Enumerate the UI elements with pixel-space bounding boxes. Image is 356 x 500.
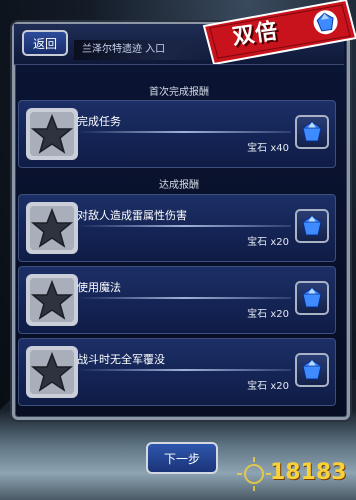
reward-amount: 宝石 x40 (247, 143, 289, 154)
achievement-heading: 达成报酬 (159, 180, 199, 191)
star-icon (26, 274, 78, 326)
star-icon (26, 202, 78, 254)
blue-gem-icon (302, 215, 322, 236)
gem-reward-button[interactable] (295, 115, 329, 149)
divider (77, 369, 291, 371)
divider (77, 131, 291, 133)
first-clear-heading: 首次完成报酬 (149, 87, 209, 98)
watermark-text: 18183 (270, 460, 347, 485)
reward-row: 对敌人造成雷属性伤害 宝石 x20 (18, 194, 336, 262)
reward-amount: 宝石 x20 (247, 237, 289, 248)
next-step-button[interactable]: 下一步 (146, 442, 218, 474)
reward-row: 完成任务 宝石 x40 (18, 100, 336, 168)
blue-gem-icon (302, 121, 322, 142)
reward-task-title: 完成任务 (77, 115, 121, 128)
reward-task-title: 使用魔法 (77, 281, 121, 294)
blue-gem-icon (302, 359, 322, 380)
gem-reward-button[interactable] (295, 353, 329, 387)
reward-task-title: 战斗时无全军覆没 (77, 353, 165, 366)
reward-task-title: 对敌人造成雷属性伤害 (77, 209, 187, 222)
star-icon (26, 346, 78, 398)
star-icon (26, 108, 78, 160)
gem-reward-button[interactable] (295, 209, 329, 243)
gem-reward-button[interactable] (295, 281, 329, 315)
double-badge-label: 双倍 (230, 18, 280, 51)
blue-gem-icon (302, 287, 322, 308)
reward-amount: 宝石 x20 (247, 309, 289, 320)
divider (77, 225, 291, 227)
reward-amount: 宝石 x20 (247, 381, 289, 392)
reward-row: 战斗时无全军覆没 宝石 x20 (18, 338, 336, 406)
divider (77, 297, 291, 299)
back-button[interactable]: 返回 (22, 30, 68, 56)
reward-row: 使用魔法 宝石 x20 (18, 266, 336, 334)
